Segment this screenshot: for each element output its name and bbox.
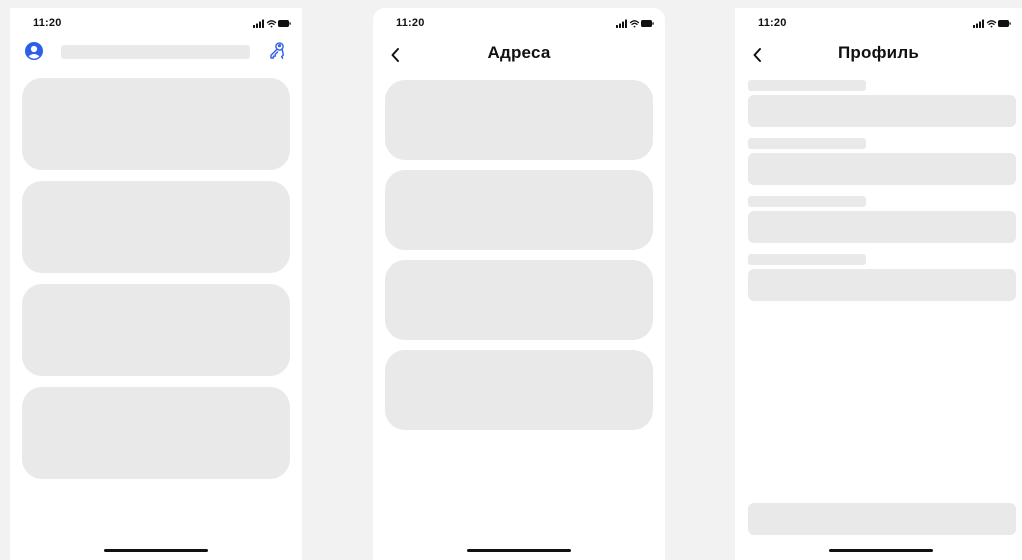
home-screen: 11:20: [10, 8, 302, 560]
status-indicators: [973, 19, 1011, 28]
signal-icon: [253, 19, 264, 28]
keys-icon[interactable]: [267, 41, 287, 61]
content-card-skeleton: [22, 78, 290, 170]
address-card-skeleton[interactable]: [385, 260, 653, 340]
field-label-skeleton: [748, 138, 866, 149]
field-label-skeleton: [748, 196, 866, 207]
status-indicators: [253, 19, 291, 28]
user-avatar-icon[interactable]: [25, 42, 43, 60]
status-time: 11:20: [33, 17, 62, 29]
input-field-skeleton[interactable]: [748, 153, 1016, 185]
home-indicator[interactable]: [467, 549, 571, 552]
content-card-skeleton: [22, 181, 290, 273]
input-field-skeleton[interactable]: [748, 95, 1016, 127]
address-card-skeleton[interactable]: [385, 170, 653, 250]
address-card-skeleton[interactable]: [385, 350, 653, 430]
profile-screen: 11:20 Профиль: [735, 8, 1022, 560]
footer-button-skeleton[interactable]: [748, 503, 1016, 535]
battery-icon: [998, 20, 1011, 27]
address-card-skeleton[interactable]: [385, 80, 653, 160]
status-time: 11:20: [758, 17, 787, 29]
home-indicator[interactable]: [829, 549, 933, 552]
field-label-skeleton: [748, 254, 866, 265]
search-skeleton[interactable]: [61, 45, 250, 59]
status-bar: 11:20: [10, 8, 302, 38]
input-field-skeleton[interactable]: [748, 269, 1016, 301]
content-card-skeleton: [22, 387, 290, 479]
signal-icon: [973, 19, 984, 28]
page-title: Профиль: [838, 43, 919, 62]
addresses-screen: 11:20 Адреса: [373, 8, 665, 560]
battery-icon: [278, 20, 291, 27]
battery-icon: [641, 20, 654, 27]
status-time: 11:20: [396, 17, 425, 29]
status-bar: 11:20: [373, 8, 665, 38]
input-field-skeleton[interactable]: [748, 211, 1016, 243]
home-indicator[interactable]: [104, 549, 208, 552]
status-indicators: [616, 19, 654, 28]
signal-icon: [616, 19, 627, 28]
wifi-icon: [266, 20, 277, 28]
field-label-skeleton: [748, 80, 866, 91]
wifi-icon: [986, 20, 997, 28]
page-title: Адреса: [487, 43, 551, 62]
wifi-icon: [629, 20, 640, 28]
content-card-skeleton: [22, 284, 290, 376]
status-bar: 11:20: [735, 8, 1022, 38]
